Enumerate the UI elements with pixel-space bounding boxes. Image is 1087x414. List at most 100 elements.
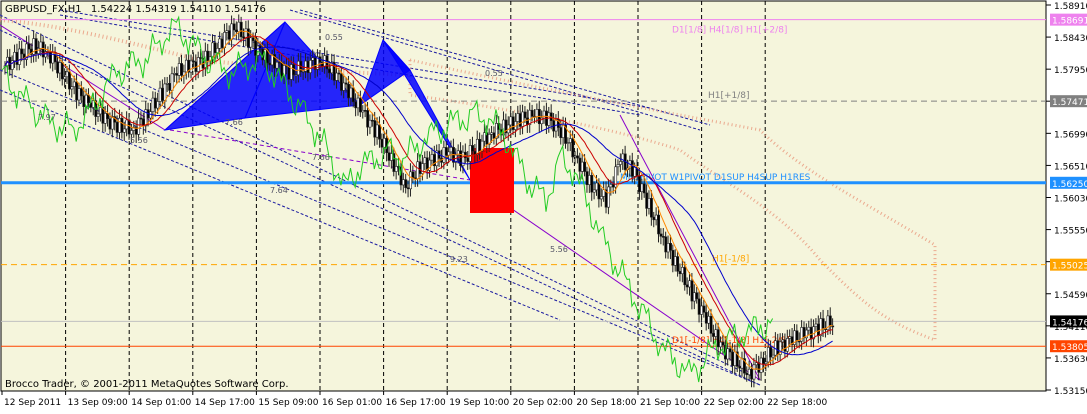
candle-body [630,160,634,177]
candle-body [638,175,641,192]
candle-body [13,51,17,61]
candle-body [745,372,749,376]
reversal-zone-box [470,148,514,213]
candle-body [609,184,613,188]
candle-body [523,111,527,119]
candle-body [511,116,515,130]
chart-window[interactable]: D1[1/8] H4[1/8] H1[+2/8] H1[+1/8] MN1PIVOT… [0,0,1087,410]
candle-body [344,82,348,85]
candle-body [63,76,67,80]
candle-body [349,87,353,99]
candle-body [599,196,603,200]
candle-body [509,116,513,126]
fib-ratio-label: 7.64 [270,186,288,195]
candle-body [819,318,823,336]
candle-body [442,147,446,163]
time-tick-label: 14 Sep 01:00 [131,398,191,408]
candle-body [664,236,668,253]
chart-header: GBPUSD_FX,H1 1.54224 1.54319 1.54110 1.5… [5,4,266,15]
candle-body [602,189,606,197]
time-tick-label: 16 Sep 01:00 [322,398,382,408]
candle-body [585,171,589,185]
candle-body [237,21,241,32]
price-tag-text: 1.55025 [1052,262,1087,272]
candle-body [390,153,393,161]
price-tick-label: 1.53150 [1054,387,1087,397]
candle-body [289,64,293,80]
candle-body [373,120,377,138]
candle-body [122,128,126,133]
level-text-h1-murrey: H1[+1/8] [708,91,750,101]
candle-body [244,28,248,39]
candle-body [27,43,31,50]
candle-body [354,101,358,109]
candle-body [802,327,806,339]
candle-body [175,73,179,76]
candle-body [49,51,52,64]
candle-body [559,127,563,138]
candle-body [366,110,370,128]
plot-area[interactable] [0,0,1047,392]
candle-body [640,183,644,192]
candle-body [239,21,243,38]
candle-body [211,42,215,58]
candle-body [468,145,472,162]
fib-ratio-label: 5.56 [130,136,148,145]
candle-body [232,23,236,31]
price-tick-label: 1.54590 [1054,291,1087,301]
candle-body [206,50,210,62]
candle-body [287,65,291,80]
candle-body [82,95,86,107]
candle-body [77,88,81,101]
candle-body [111,116,114,130]
candle-body [337,72,341,75]
candle-body [423,157,427,164]
candle-body [645,192,649,209]
candle-body [747,368,751,376]
fib-ratio-label: 0.55 [485,69,503,78]
candle-body [692,292,696,302]
candle-body [657,214,661,235]
candle-body [20,48,24,55]
price-tick-label: 1.56510 [1054,162,1087,172]
candle-body [659,233,663,237]
candle-body [588,175,591,185]
candle-body [681,267,684,275]
candle-body [15,51,19,65]
candle-body [359,97,362,113]
candle-body [738,366,742,369]
candle-body [213,42,217,54]
candle-body [378,124,381,140]
candle-body [137,117,141,135]
candle-body [108,118,112,130]
candle-body [356,97,360,109]
candle-body [165,83,169,85]
candle-body [235,29,238,32]
chart-canvas[interactable]: D1[1/8] H4[1/8] H1[+2/8] H1[+1/8] MN1PIVOT… [0,0,1087,410]
candle-body [115,121,119,133]
candle-body [757,362,761,373]
candle-body [311,57,315,61]
candle-body [788,336,792,339]
candle-body [583,161,587,172]
candle-body [103,113,107,124]
candle-body [227,30,231,40]
candle-body [394,166,398,172]
candle-body [380,138,384,148]
candle-body [421,163,424,174]
candle-body [251,37,255,42]
candle-body [416,161,420,179]
candle-body [814,323,818,327]
candle-body [75,81,79,101]
candle-body [709,315,713,334]
candle-body [39,41,43,49]
fib-ratio-label: 7.66 [312,153,330,162]
candle-body [828,315,832,327]
candle-body [611,184,615,188]
candle-body [650,198,653,218]
candle-body [752,364,756,380]
candle-body [170,73,174,91]
price-tick-label: 1.55550 [1054,227,1087,237]
candle-body [230,23,234,40]
candle-body [597,182,601,200]
